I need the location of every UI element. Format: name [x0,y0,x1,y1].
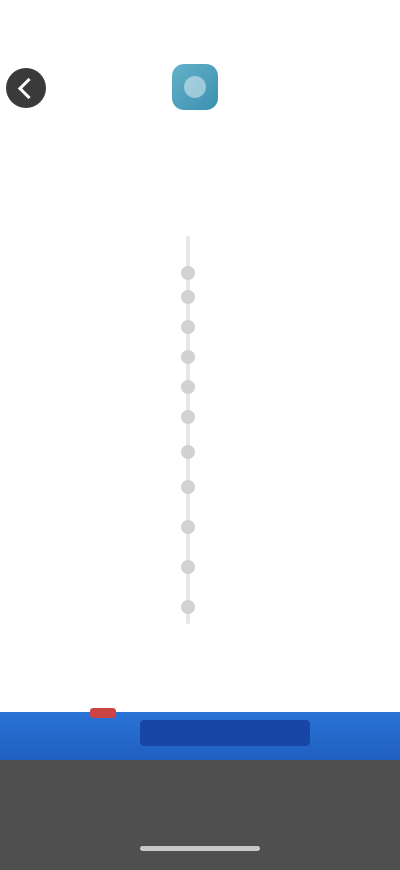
timeline-dot [181,560,195,574]
bottom-sheet [0,760,400,870]
banner-badge [90,708,116,718]
timeline-dot [181,480,195,494]
back-button[interactable] [6,68,46,108]
timeline-dot [181,350,195,364]
timeline-dot [181,410,195,424]
home-indicator [140,846,260,851]
timeline-dot [181,445,195,459]
timeline-dot [181,600,195,614]
timeline-dot [181,266,195,280]
timeline-dot [181,380,195,394]
timeline-dot [181,290,195,304]
app-logo-icon [172,64,218,110]
timeline-dot [181,520,195,534]
timeline-dot [181,320,195,334]
banner-button[interactable] [140,720,310,746]
